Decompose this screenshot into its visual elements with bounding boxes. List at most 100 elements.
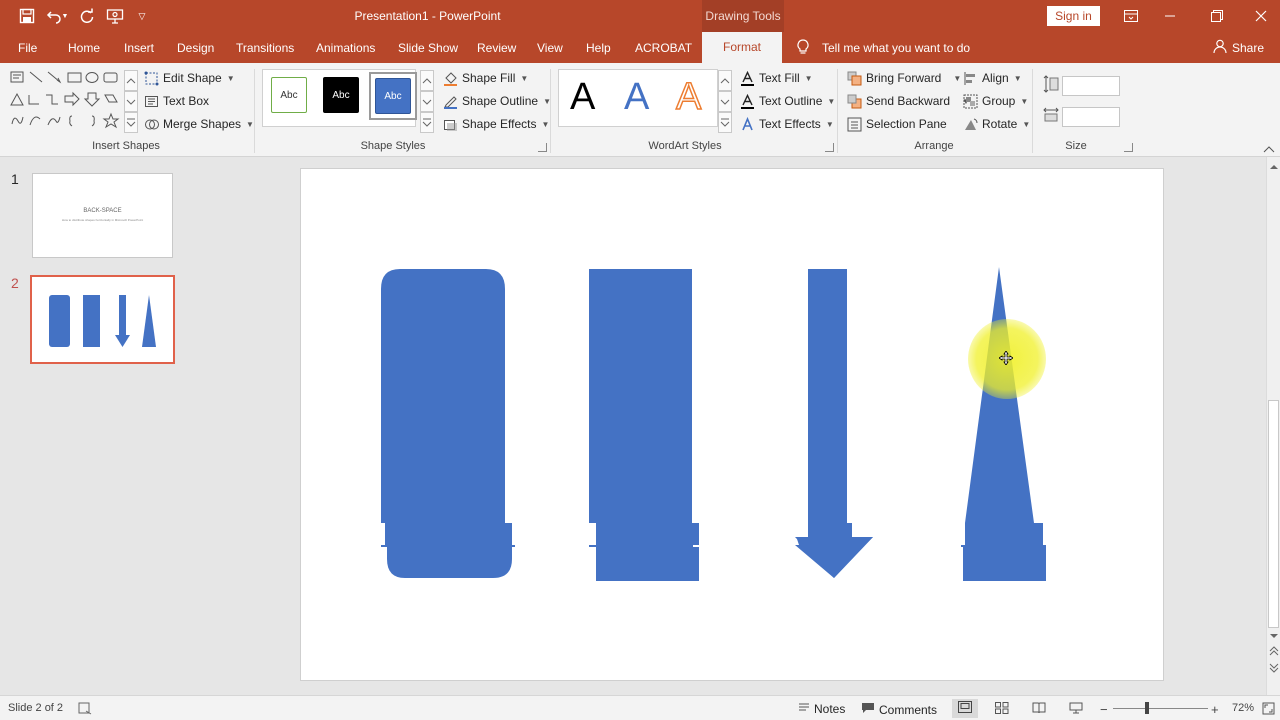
tab-acrobat[interactable]: ACROBAT — [635, 41, 692, 55]
fit-slide-icon[interactable] — [1262, 702, 1275, 715]
styles-scroll-down[interactable] — [420, 91, 434, 112]
wordart-more[interactable] — [718, 112, 732, 133]
zoom-in-button[interactable]: + — [1211, 702, 1219, 717]
group-divider — [837, 69, 838, 153]
share-button[interactable]: Share — [1232, 41, 1264, 55]
zoom-out-button[interactable]: − — [1100, 702, 1108, 717]
shapes-more[interactable] — [124, 112, 138, 133]
normal-view-button[interactable] — [952, 699, 978, 718]
tell-me-search[interactable]: Tell me what you want to do — [822, 41, 970, 55]
current-slide[interactable] — [300, 168, 1164, 681]
tab-review[interactable]: Review — [477, 41, 516, 55]
shape-height-input[interactable] — [1062, 76, 1120, 96]
shape-style-preset-1[interactable]: Abc — [271, 77, 307, 113]
wordart-style-2[interactable]: A — [624, 76, 649, 119]
shape-styles-group-label: Shape Styles — [360, 140, 426, 152]
shape-effects-button[interactable]: Shape Effects ▼ — [443, 115, 549, 133]
reading-view-button[interactable] — [1032, 702, 1046, 717]
scroll-up-icon[interactable] — [1269, 160, 1279, 174]
tab-file[interactable]: File — [18, 41, 37, 55]
comments-button[interactable]: Comments — [861, 702, 937, 717]
tab-help[interactable]: Help — [586, 41, 611, 55]
zoom-level[interactable]: 72% — [1232, 702, 1254, 714]
edit-shape-icon — [144, 71, 159, 86]
wordart-styles-launcher-icon[interactable] — [825, 143, 834, 152]
notes-button[interactable]: Notes — [798, 702, 845, 716]
shapes-scroll-down[interactable] — [124, 91, 138, 112]
paint-bucket-icon — [443, 71, 458, 86]
send-backward-button[interactable]: Send Backward▼ — [847, 92, 970, 110]
accessibility-icon[interactable] — [78, 702, 92, 715]
tab-transitions[interactable]: Transitions — [236, 41, 294, 55]
shape-style-preset-2[interactable]: Abc — [323, 77, 359, 113]
text-outline-icon — [740, 93, 755, 109]
shape-outline-button[interactable]: Shape Outline ▼ — [443, 92, 551, 110]
zoom-slider[interactable] — [1113, 708, 1208, 709]
slide-show-button[interactable] — [1069, 702, 1083, 717]
scroll-down-icon[interactable] — [1269, 629, 1279, 643]
collapse-ribbon-icon[interactable] — [1263, 142, 1275, 156]
shape-fill-button[interactable]: Shape Fill ▼ — [443, 69, 528, 87]
slide-sorter-button[interactable] — [995, 702, 1009, 717]
tab-home[interactable]: Home — [68, 41, 100, 55]
thumb-subtitle: How to distribute shapes horizontally in… — [61, 218, 144, 222]
sign-in-button[interactable]: Sign in — [1047, 6, 1100, 26]
chevron-down-icon: ▼ — [804, 73, 813, 83]
tab-view[interactable]: View — [537, 41, 563, 55]
styles-scroll-up[interactable] — [420, 70, 434, 91]
merge-shapes-button[interactable]: Merge Shapes ▼ — [144, 115, 254, 133]
tab-insert[interactable]: Insert — [124, 41, 154, 55]
tab-design[interactable]: Design — [177, 41, 214, 55]
text-fill-icon — [740, 70, 755, 86]
styles-more[interactable] — [420, 112, 434, 133]
group-icon — [963, 94, 978, 109]
lightbulb-icon — [797, 39, 809, 58]
shapes-scroll-up[interactable] — [124, 70, 138, 91]
insert-shapes-group-label: Insert Shapes — [92, 140, 160, 152]
edit-shape-button[interactable]: Edit Shape ▼ — [144, 69, 235, 87]
triangle-shape[interactable] — [961, 267, 1046, 581]
chevron-down-icon: ▼ — [953, 73, 962, 83]
rotate-button[interactable]: Rotate ▼ — [963, 115, 1030, 133]
rectangle-shape[interactable] — [589, 269, 699, 581]
previous-slide-icon[interactable] — [1269, 645, 1279, 660]
scrollbar-thumb[interactable] — [1268, 400, 1279, 628]
selection-pane-button[interactable]: Selection Pane — [847, 115, 947, 133]
title-bar: ▼ ▽ Presentation1 - PowerPoint Drawing T… — [0, 0, 1280, 32]
group-button[interactable]: Group ▼ — [963, 92, 1028, 110]
next-slide-icon[interactable] — [1269, 662, 1279, 677]
shape-styles-launcher-icon[interactable] — [538, 143, 547, 152]
vertical-scrollbar[interactable] — [1266, 157, 1280, 695]
shape-width-input[interactable] — [1062, 107, 1120, 127]
share-icon[interactable] — [1213, 39, 1227, 57]
wordart-style-1[interactable]: A — [570, 76, 595, 119]
normal-view-icon — [958, 701, 972, 716]
text-box-button[interactable]: Text Box — [144, 92, 209, 110]
text-fill-button[interactable]: Text Fill ▼ — [740, 69, 813, 87]
text-effects-button[interactable]: Text Effects ▼ — [740, 115, 834, 133]
notes-icon — [798, 702, 810, 716]
size-launcher-icon[interactable] — [1124, 143, 1133, 152]
tab-slide-show[interactable]: Slide Show — [398, 41, 458, 55]
wordart-scroll-up[interactable] — [718, 70, 732, 91]
text-outline-button[interactable]: Text Outline ▼ — [740, 92, 835, 110]
down-arrow-shape[interactable] — [795, 269, 873, 578]
status-bar: Slide 2 of 2 Notes Comments − + 72% — [0, 695, 1280, 720]
bring-forward-button[interactable]: Bring Forward ▼ — [847, 69, 961, 87]
shapes-gallery[interactable] — [8, 69, 124, 133]
slide-thumbnail-2[interactable] — [30, 275, 175, 364]
restore-icon[interactable] — [1207, 6, 1227, 26]
rounded-rectangle-shape[interactable] — [381, 269, 515, 578]
close-icon[interactable] — [1251, 6, 1271, 26]
tab-animations[interactable]: Animations — [316, 41, 375, 55]
align-button[interactable]: Align ▼ — [963, 69, 1022, 87]
ribbon-display-options-icon[interactable] — [1121, 6, 1141, 26]
tab-format[interactable]: Format — [702, 32, 782, 63]
slide-thumbnail-1[interactable]: BACK-SPACE How to distribute shapes hori… — [32, 173, 173, 258]
zoom-slider-thumb[interactable] — [1145, 702, 1149, 714]
minimize-icon[interactable] — [1160, 6, 1180, 26]
wordart-style-3[interactable]: A — [675, 75, 702, 119]
group-divider — [254, 69, 255, 153]
wordart-scroll-down[interactable] — [718, 91, 732, 112]
shape-style-preset-3[interactable]: Abc — [375, 78, 411, 114]
